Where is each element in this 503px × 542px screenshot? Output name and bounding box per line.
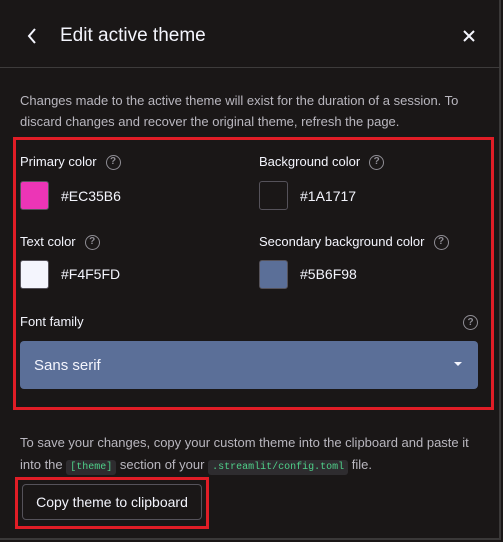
- help-icon[interactable]: ?: [463, 315, 478, 330]
- chevron-left-icon: [27, 28, 36, 44]
- caret-down-icon: [454, 362, 462, 366]
- text-color-swatch[interactable]: [20, 260, 49, 289]
- background-color-swatch[interactable]: [259, 181, 288, 210]
- intro-text: Changes made to the active theme will ex…: [20, 93, 459, 129]
- font-family-selected-value: Sans serif: [34, 357, 101, 374]
- save-instructions-text-b: section of your: [116, 457, 209, 472]
- help-icon[interactable]: ?: [369, 154, 385, 170]
- secondary-background-color-swatch[interactable]: [259, 260, 288, 289]
- secondary-background-color-value: #5B6F98: [300, 266, 357, 282]
- close-icon: [463, 30, 475, 42]
- help-icon[interactable]: ?: [105, 154, 121, 170]
- edit-theme-dialog: Edit active theme Changes made to the ac…: [0, 0, 501, 540]
- text-color-label: Text color ?: [20, 234, 100, 250]
- dialog-title: Edit active theme: [60, 25, 206, 46]
- save-instructions-text-c: file.: [348, 457, 372, 472]
- primary-color-label: Primary color ?: [20, 154, 121, 170]
- back-button[interactable]: [22, 24, 42, 48]
- copy-theme-button[interactable]: Copy theme to clipboard: [22, 484, 202, 520]
- text-color-label-text: Text color: [20, 234, 76, 249]
- close-button[interactable]: [459, 26, 479, 46]
- dialog-header: Edit active theme: [0, 0, 501, 68]
- background-color-value: #1A1717: [300, 188, 357, 204]
- text-color-value: #F4F5FD: [61, 266, 121, 282]
- theme-section-code: [theme]: [66, 460, 117, 475]
- help-icon[interactable]: ?: [84, 234, 100, 250]
- save-instructions: To save your changes, copy your custom t…: [20, 432, 490, 479]
- secondary-background-color-label-text: Secondary background color: [259, 234, 425, 249]
- font-family-label: Font family: [20, 314, 84, 329]
- secondary-background-color-label: Secondary background color ?: [259, 234, 449, 250]
- primary-color-swatch[interactable]: [20, 181, 49, 210]
- config-file-code: .streamlit/config.toml: [208, 460, 349, 475]
- help-icon[interactable]: ?: [433, 234, 449, 250]
- background-color-label: Background color ?: [259, 154, 385, 170]
- font-family-select[interactable]: Sans serif: [20, 341, 478, 389]
- primary-color-value: #EC35B6: [61, 188, 121, 204]
- primary-color-label-text: Primary color: [20, 154, 97, 169]
- background-color-label-text: Background color: [259, 154, 361, 169]
